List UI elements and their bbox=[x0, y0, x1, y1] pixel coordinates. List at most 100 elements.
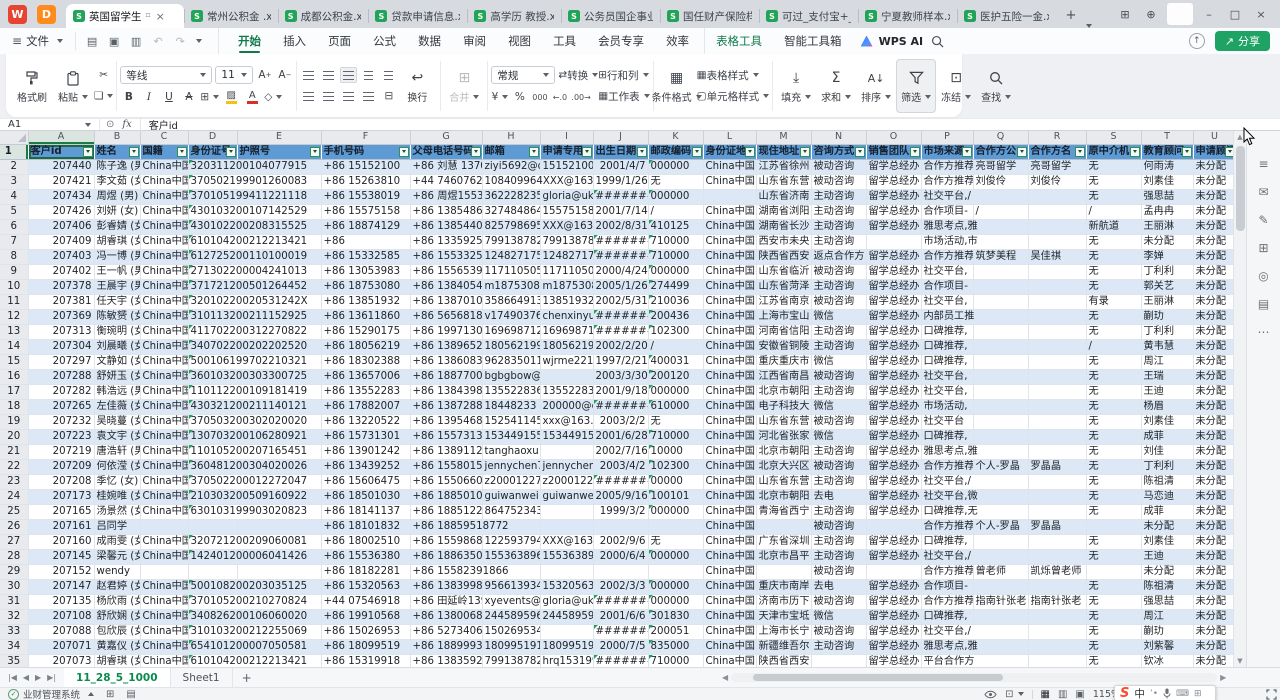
cell[interactable]: China中国 bbox=[140, 384, 188, 399]
filter-dropdown-icon[interactable] bbox=[129, 147, 139, 157]
cell[interactable] bbox=[237, 564, 321, 579]
cell[interactable]: China中国 bbox=[703, 324, 756, 339]
cell[interactable]: +86 13891129694 bbox=[410, 444, 482, 459]
header-cell-D[interactable]: 身份证号 bbox=[188, 144, 237, 159]
cell[interactable] bbox=[1028, 339, 1086, 354]
cell[interactable]: 210036 bbox=[648, 294, 703, 309]
cell[interactable]: China中国 bbox=[703, 459, 756, 474]
fullscreen-icon[interactable] bbox=[1266, 689, 1277, 700]
cell[interactable]: 142401200006041426 bbox=[188, 549, 321, 564]
cell[interactable]: 河北省张家 bbox=[756, 429, 811, 444]
cell[interactable] bbox=[1086, 519, 1141, 534]
filter-dropdown-icon[interactable] bbox=[1182, 147, 1192, 157]
filter-dropdown-icon[interactable] bbox=[177, 147, 187, 157]
cell[interactable]: China中国 bbox=[703, 489, 756, 504]
cell[interactable]: China中国 bbox=[703, 279, 756, 294]
cell[interactable]: 西安市未央 bbox=[756, 234, 811, 249]
cell[interactable]: 未分配 bbox=[1193, 279, 1233, 294]
cell[interactable]: 周江 bbox=[1141, 609, 1193, 624]
cell[interactable]: 117110505 bbox=[482, 264, 540, 279]
cell[interactable] bbox=[540, 369, 593, 384]
cell[interactable]: 710000 bbox=[648, 429, 703, 444]
row-header-16[interactable]: 16 bbox=[0, 369, 28, 384]
cell[interactable]: ######## bbox=[593, 594, 648, 609]
cell[interactable]: 370502199901260083 bbox=[188, 174, 321, 189]
cell[interactable]: 陕西省西安 bbox=[756, 249, 811, 264]
cell[interactable]: +86 刘慧 137052 bbox=[410, 159, 482, 174]
column-header-U[interactable]: U bbox=[1193, 131, 1233, 144]
cell[interactable]: China中国 bbox=[140, 294, 188, 309]
cell[interactable]: 310103200212255069 bbox=[188, 624, 321, 639]
cell[interactable]: +86 13872884680 bbox=[410, 399, 482, 414]
cell[interactable]: 被动咨询 bbox=[811, 294, 866, 309]
cell[interactable]: 山东省济南 bbox=[756, 189, 811, 204]
row-header-27[interactable]: 27 bbox=[0, 534, 28, 549]
cell[interactable]: China中国 bbox=[703, 354, 756, 369]
cell[interactable]: China中国 bbox=[703, 624, 756, 639]
cell[interactable]: 无 bbox=[648, 174, 703, 189]
filter-dropdown-icon[interactable] bbox=[1130, 147, 1140, 157]
cell[interactable]: 无 bbox=[1086, 264, 1141, 279]
cell[interactable]: China中国 bbox=[703, 339, 756, 354]
cell[interactable]: 138519326 bbox=[540, 294, 593, 309]
cell[interactable]: 400031 bbox=[648, 354, 703, 369]
cell[interactable]: gloria@uki bbox=[540, 594, 593, 609]
scroll-down-icon[interactable]: ▼ bbox=[1237, 655, 1242, 667]
cell[interactable]: 留学总经办 bbox=[866, 294, 921, 309]
cell[interactable]: 指南针张老 bbox=[973, 594, 1028, 609]
cell[interactable]: 430102200208315525 bbox=[188, 219, 321, 234]
cell[interactable]: 刘佳 bbox=[1141, 444, 1193, 459]
cell[interactable]: 未分配 bbox=[1193, 159, 1233, 174]
cell[interactable]: 北京市朝阳 bbox=[756, 444, 811, 459]
header-cell-G[interactable]: 父母电话号码 bbox=[410, 144, 482, 159]
cell[interactable]: 口碑推荐, bbox=[921, 429, 973, 444]
cell[interactable]: 主动咨询 bbox=[811, 534, 866, 549]
cell[interactable]: China中国 bbox=[140, 579, 188, 594]
cell[interactable]: 主动咨询 bbox=[811, 234, 866, 249]
cell[interactable]: China中国 bbox=[140, 369, 188, 384]
cell[interactable]: 2002/9/6 bbox=[593, 534, 648, 549]
cell[interactable]: 207265 bbox=[28, 399, 94, 414]
cell[interactable]: 口碑推荐, bbox=[921, 534, 973, 549]
cell[interactable]: China中国 bbox=[140, 279, 188, 294]
cell[interactable]: 152541145 bbox=[482, 414, 540, 429]
format-painter-button[interactable]: 格式刷 bbox=[12, 59, 52, 113]
menu-会员专享[interactable]: 会员专享 bbox=[587, 28, 655, 54]
cell-style-button[interactable]: ▢ 单元格样式 bbox=[697, 88, 769, 104]
font-color-button[interactable]: A bbox=[243, 89, 261, 105]
cell[interactable]: +86 18899937166 bbox=[410, 639, 482, 654]
cell[interactable]: 天津市宝坻 bbox=[756, 609, 811, 624]
cell[interactable]: 无 bbox=[1086, 594, 1141, 609]
cell[interactable]: 吕同学 bbox=[94, 519, 140, 534]
file-menu[interactable]: ≡文件 bbox=[0, 33, 71, 49]
cell[interactable]: 无 bbox=[1086, 414, 1141, 429]
cell[interactable]: 340702200202202520 bbox=[188, 339, 321, 354]
cell[interactable] bbox=[593, 564, 648, 579]
cell[interactable]: China中国 bbox=[140, 474, 188, 489]
cell[interactable]: 蒯玏 bbox=[1141, 309, 1193, 324]
cell[interactable]: 北京大兴区 bbox=[756, 459, 811, 474]
cell[interactable]: ######## bbox=[593, 654, 648, 667]
cell[interactable]: 180995191 bbox=[540, 639, 593, 654]
cell[interactable]: 207440 bbox=[28, 159, 94, 174]
menu-页面[interactable]: 页面 bbox=[317, 28, 362, 54]
cell[interactable]: 胡睿琪 (女 bbox=[94, 234, 140, 249]
cell[interactable]: 钦冰 bbox=[1141, 654, 1193, 667]
header-cell-B[interactable]: 姓名 bbox=[94, 144, 140, 159]
column-header-E[interactable]: E bbox=[237, 131, 321, 144]
cell[interactable]: 主动咨询 bbox=[811, 204, 866, 219]
cell[interactable]: China中国 bbox=[703, 249, 756, 264]
file-tab[interactable]: S可过_支付宝+_滴滴 bbox=[759, 4, 858, 28]
cell[interactable] bbox=[973, 579, 1028, 594]
cell[interactable]: 124827175 bbox=[482, 249, 540, 264]
cell[interactable]: 被动咨询 bbox=[811, 519, 866, 534]
cell[interactable]: 360481200304020026 bbox=[188, 459, 321, 474]
cell[interactable]: 王瑞 bbox=[1141, 369, 1193, 384]
column-header-H[interactable]: H bbox=[482, 131, 540, 144]
filter-dropdown-icon[interactable] bbox=[471, 147, 481, 157]
bold-button[interactable]: B bbox=[120, 89, 137, 105]
cell[interactable] bbox=[1028, 534, 1086, 549]
copy-button[interactable]: ❏ bbox=[94, 88, 113, 104]
cell[interactable]: China中国 bbox=[140, 444, 188, 459]
cell[interactable]: 胡睿琪 (女 bbox=[94, 654, 140, 667]
